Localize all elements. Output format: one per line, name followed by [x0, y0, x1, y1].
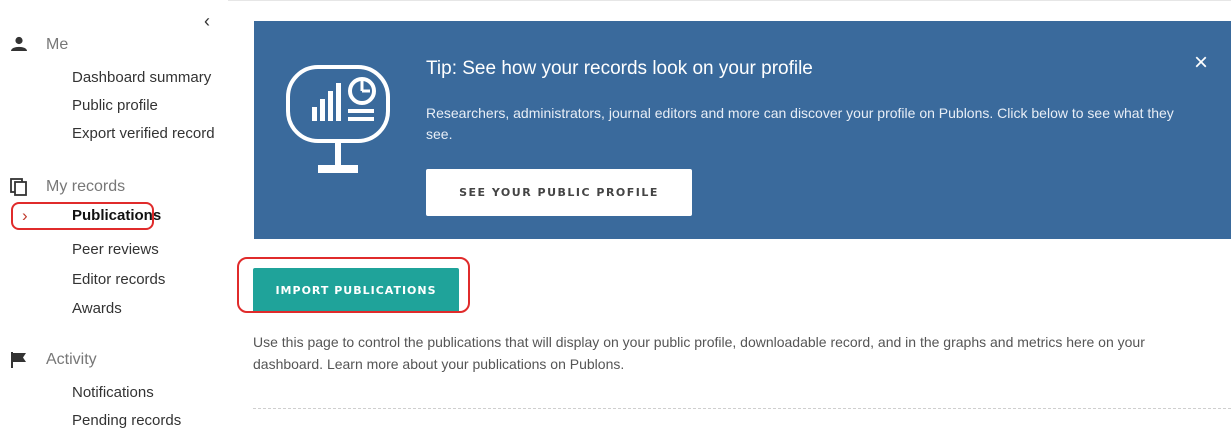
sidebar-item-peer-reviews[interactable]: Peer reviews: [72, 240, 159, 260]
highlight-box-import: [237, 257, 470, 313]
sidebar-section-title: My records: [46, 178, 126, 195]
flag-icon: [10, 351, 32, 369]
sidebar-item-public-profile[interactable]: Public profile: [72, 96, 158, 116]
highlight-box-publications: [11, 202, 154, 230]
sidebar-section-me: Me: [10, 36, 68, 54]
tip-title: Tip: See how your records look on your p…: [426, 58, 813, 79]
close-icon[interactable]: ×: [1194, 51, 1208, 75]
sidebar-item-awards[interactable]: Awards: [72, 299, 122, 319]
tip-banner: Tip: See how your records look on your p…: [254, 21, 1231, 239]
monitor-chart-icon: [284, 55, 394, 200]
sidebar-item-dashboard-summary[interactable]: Dashboard summary: [72, 68, 211, 88]
sidebar-section-title: Me: [46, 36, 69, 53]
sidebar-item-editor-records[interactable]: Editor records: [72, 270, 165, 290]
sidebar-item-notifications[interactable]: Notifications: [72, 383, 154, 403]
sidebar-item-pending-records[interactable]: Pending records: [72, 411, 181, 431]
copy-icon: [10, 178, 32, 196]
sidebar-item-export-verified-record[interactable]: Export verified record: [72, 124, 215, 144]
sidebar: ‹ Me Dashboard summary Public profile Ex…: [0, 0, 228, 432]
sidebar-section-activity: Activity: [10, 351, 97, 369]
sidebar-section-my-records: My records: [10, 178, 125, 196]
page-description: Use this page to control the publication…: [253, 334, 1145, 372]
person-icon: [10, 36, 32, 54]
see-public-profile-button[interactable]: SEE YOUR PUBLIC PROFILE: [426, 169, 692, 216]
divider: [253, 408, 1231, 409]
chevron-left-icon[interactable]: ‹: [204, 12, 210, 30]
tip-body: Researchers, administrators, journal edi…: [426, 105, 1174, 142]
sidebar-section-title: Activity: [46, 351, 97, 368]
